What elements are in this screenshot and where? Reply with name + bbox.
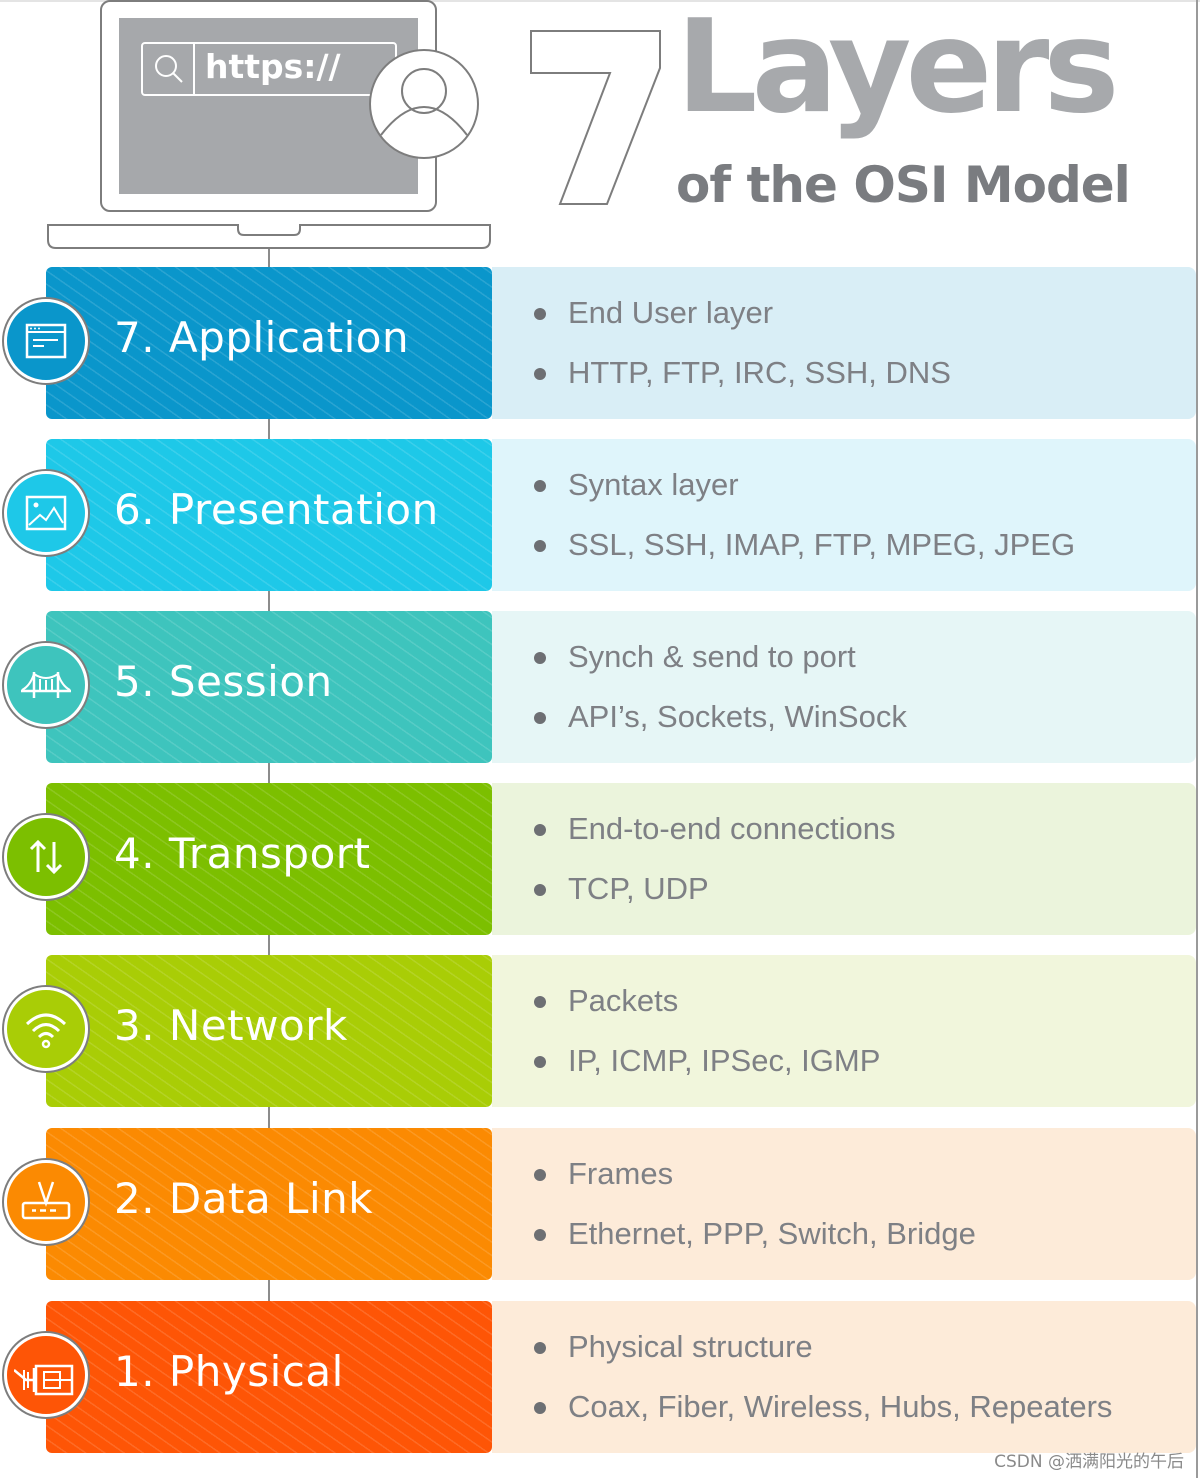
layer-name: 2. Data Link xyxy=(114,1174,374,1223)
layer-bullet-list: Synch & send to port API’s, Sockets, WinS… xyxy=(530,637,907,757)
layer-bullet: API’s, Sockets, WinSock xyxy=(530,697,907,757)
layer-bullet: Physical structure xyxy=(530,1327,1112,1387)
layer-name: 6. Presentation xyxy=(114,485,439,534)
router-icon xyxy=(4,1160,88,1244)
layer-row-4: 4. Transport End-to-end connections TCP, … xyxy=(0,783,1200,935)
layer-bullet-list: End-to-end connections TCP, UDP xyxy=(530,809,895,929)
bullet-dot-icon xyxy=(534,1169,546,1181)
layer-bullet: TCP, UDP xyxy=(530,869,895,929)
layer-name: 4. Transport xyxy=(114,829,371,878)
layer-bullet: IP, ICMP, IPSec, IGMP xyxy=(530,1041,880,1101)
bullet-dot-icon xyxy=(534,1229,546,1241)
watermark: CSDN @洒满阳光的午后 xyxy=(994,1452,1184,1472)
layer-bullet: Syntax layer xyxy=(530,465,1075,525)
title-number-seven: 7 xyxy=(528,28,668,212)
bullet-dot-icon xyxy=(534,1056,546,1068)
layer-bullet: Coax, Fiber, Wireless, Hubs, Repeaters xyxy=(530,1387,1112,1447)
layer-bullet: HTTP, FTP, IRC, SSH, DNS xyxy=(530,353,951,413)
layer-bullet-list: End User layer HTTP, FTP, IRC, SSH, DNS xyxy=(530,293,951,413)
layer-row-7: 7. Application End User layer HTTP, FTP, … xyxy=(0,267,1200,419)
layer-name: 7. Application xyxy=(114,313,410,362)
layer-row-6: 6. Presentation Syntax layer SSL, SSH, IM… xyxy=(0,439,1200,591)
user-avatar-icon xyxy=(369,49,479,159)
layer-name: 1. Physical xyxy=(114,1347,344,1396)
layer-bullet-list: Packets IP, ICMP, IPSec, IGMP xyxy=(530,981,880,1101)
bullet-dot-icon xyxy=(534,824,546,836)
image-icon xyxy=(4,471,88,555)
bullet-dot-icon xyxy=(534,368,546,380)
bullet-dot-icon xyxy=(534,712,546,724)
layer-row-1: 1. Physical Physical structure Coax, Fibe… xyxy=(0,1301,1200,1453)
bullet-dot-icon xyxy=(534,1342,546,1354)
layer-bullet-list: Physical structure Coax, Fiber, Wireless,… xyxy=(530,1327,1112,1447)
up-down-arrows-icon xyxy=(4,815,88,899)
ethernet-cable-icon xyxy=(4,1333,88,1417)
layer-bullet: SSL, SSH, IMAP, FTP, MPEG, JPEG xyxy=(530,525,1075,585)
layer-name: 3. Network xyxy=(114,1001,348,1050)
layer-bullet-list: Syntax layer SSL, SSH, IMAP, FTP, MPEG, J… xyxy=(530,465,1075,585)
bullet-dot-icon xyxy=(534,996,546,1008)
layer-name: 5. Session xyxy=(114,657,333,706)
title-word: Layers xyxy=(676,0,1120,142)
layer-row-2: 2. Data Link Frames Ethernet, PPP, Switch… xyxy=(0,1128,1200,1280)
bullet-dot-icon xyxy=(534,884,546,896)
bullet-dot-icon xyxy=(534,652,546,664)
subtitle: of the OSI Model xyxy=(676,156,1131,214)
layer-bullet: End User layer xyxy=(530,293,951,353)
bullet-dot-icon xyxy=(534,540,546,552)
wifi-icon xyxy=(4,987,88,1071)
layer-bullet-list: Frames Ethernet, PPP, Switch, Bridge xyxy=(530,1154,976,1274)
bullet-dot-icon xyxy=(534,1402,546,1414)
laptop-illustration: https:// xyxy=(0,0,500,262)
layer-row-5: 5. Session Synch & send to port API’s, So… xyxy=(0,611,1200,763)
layer-bullet: Ethernet, PPP, Switch, Bridge xyxy=(530,1214,976,1274)
bullet-dot-icon xyxy=(534,308,546,320)
layer-bullet: Frames xyxy=(530,1154,976,1214)
layer-bullet: Synch & send to port xyxy=(530,637,907,697)
layer-bullet: Packets xyxy=(530,981,880,1041)
layer-bullet: End-to-end connections xyxy=(530,809,895,869)
bullet-dot-icon xyxy=(534,480,546,492)
bridge-icon xyxy=(4,643,88,727)
url-text: https:// xyxy=(205,47,341,86)
browser-window-icon xyxy=(4,299,88,383)
layer-row-3: 3. Network Packets IP, ICMP, IPSec, IGMP xyxy=(0,955,1200,1107)
